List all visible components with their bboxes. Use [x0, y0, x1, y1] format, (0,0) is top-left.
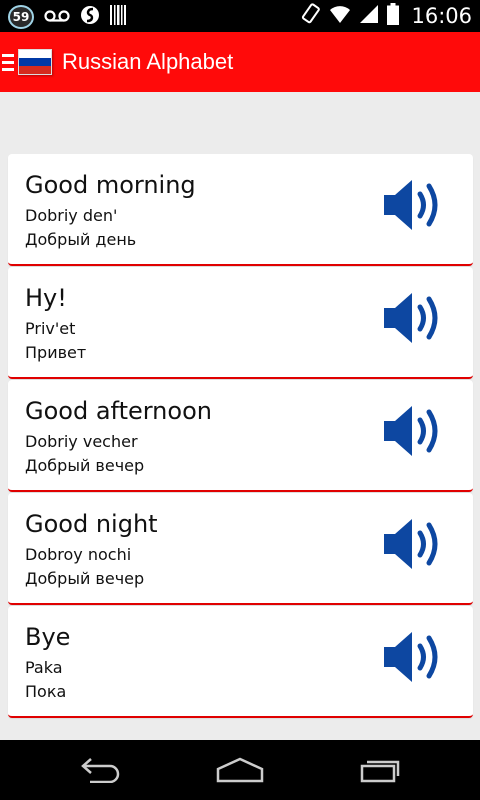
action-bar: Russian Alphabet: [0, 32, 480, 92]
app-title: Russian Alphabet: [62, 49, 234, 74]
phrase-card[interactable]: Good night Dobroy nochi Добрый вечер: [8, 493, 473, 605]
phrase-english: Hy!: [25, 284, 67, 312]
wifi-icon: [329, 4, 351, 28]
drawer-menu-icon[interactable]: [2, 53, 14, 71]
phrase-transliteration: Dobriy vecher: [25, 432, 138, 451]
phrase-list: Good morning Dobriy den' Добрый день Hy!…: [8, 154, 473, 719]
phrase-card[interactable]: Hy! Priv'et Привет: [8, 267, 473, 379]
phrase-russian: Привет: [25, 343, 87, 362]
phrase-card[interactable]: Good morning Dobriy den' Добрый день: [8, 154, 473, 266]
speaker-icon[interactable]: [382, 517, 442, 571]
phrase-transliteration: Priv'et: [25, 319, 76, 338]
speaker-icon[interactable]: [382, 178, 442, 232]
status-left: 59: [8, 4, 126, 30]
phrase-card[interactable]: Bye Paka Пока: [8, 606, 473, 718]
phrase-russian: Добрый вечер: [25, 569, 145, 588]
phrase-transliteration: Dobroy nochi: [25, 545, 132, 564]
phrase-english: Bye: [25, 623, 71, 651]
phrase-transliteration: Paka: [25, 658, 63, 677]
status-right: 16:06: [301, 0, 472, 32]
back-icon[interactable]: [75, 754, 125, 786]
phrase-russian: Пока: [25, 682, 67, 701]
phrase-russian: Добрый вечер: [25, 456, 145, 475]
speaker-icon[interactable]: [382, 291, 442, 345]
phrase-english: Good afternoon: [25, 397, 212, 425]
navigation-bar: [0, 740, 480, 800]
voicemail-icon: [44, 8, 70, 27]
phrase-card[interactable]: Good afternoon Dobriy vecher Добрый вече…: [8, 380, 473, 492]
phrase-english: Good morning: [25, 171, 196, 199]
battery-icon: [387, 3, 400, 29]
speaker-icon[interactable]: [382, 404, 442, 458]
russian-flag-icon[interactable]: [18, 49, 52, 75]
signal-icon: [359, 4, 379, 28]
phrase-english: Good night: [25, 510, 158, 538]
sync-icon: [80, 4, 100, 30]
screen-rotation-icon: [301, 3, 321, 29]
home-icon[interactable]: [215, 754, 265, 786]
barcode-icon: [110, 5, 126, 29]
status-bar: 59 16:06: [0, 0, 480, 32]
recent-apps-icon[interactable]: [355, 754, 405, 786]
phrase-transliteration: Dobriy den': [25, 206, 118, 225]
phrase-russian: Добрый день: [25, 230, 137, 249]
status-clock: 16:06: [411, 4, 472, 28]
notification-count-badge: 59: [8, 5, 34, 29]
speaker-icon[interactable]: [382, 630, 442, 684]
